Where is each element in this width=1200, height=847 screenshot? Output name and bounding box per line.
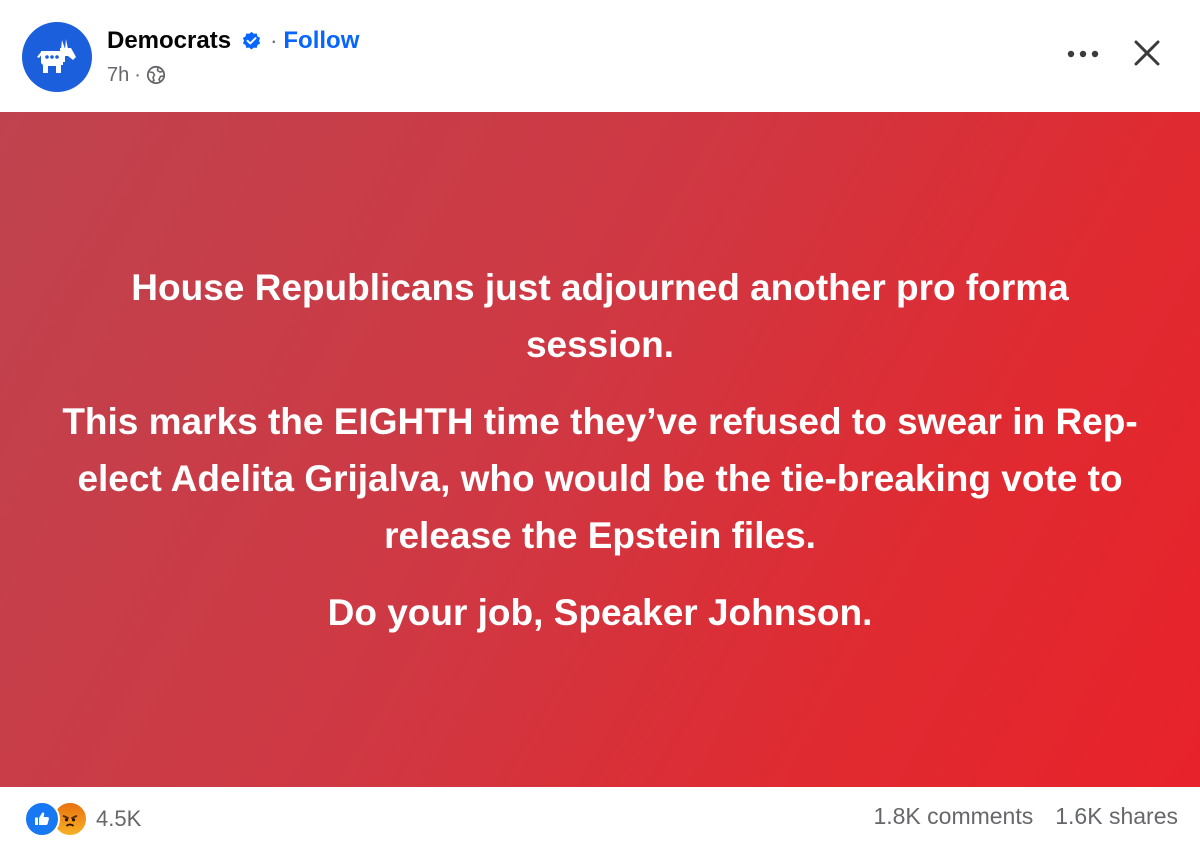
post-header: Democrats · Follow 7h · xyxy=(0,0,1200,112)
author-name[interactable]: Democrats xyxy=(107,27,231,55)
post-paragraph-3: Do your job, Speaker Johnson. xyxy=(327,591,873,633)
follow-button[interactable]: Follow xyxy=(283,27,359,55)
shares-count[interactable]: 1.6K shares xyxy=(1055,803,1178,830)
reactions-summary[interactable]: 4.5K xyxy=(24,801,141,837)
author-line: Democrats · Follow xyxy=(107,26,359,56)
page-avatar[interactable] xyxy=(22,22,92,92)
more-horizontal-icon xyxy=(1067,50,1099,58)
more-options-button[interactable] xyxy=(1058,34,1108,74)
separator-dot: · xyxy=(134,63,141,86)
post-timestamp[interactable]: 7h xyxy=(107,64,129,87)
facebook-post: Democrats · Follow 7h · House Republican… xyxy=(0,0,1200,847)
post-footer: 4.5K 1.8K comments 1.6K shares xyxy=(0,787,1200,847)
post-meta: 7h · xyxy=(107,62,166,88)
verified-badge-icon xyxy=(241,31,262,52)
engagement-counts: 1.8K comments 1.6K shares xyxy=(873,803,1178,830)
donkey-logo-icon xyxy=(37,39,76,73)
separator-dot: · xyxy=(270,28,278,53)
close-icon xyxy=(1134,40,1160,66)
like-icon xyxy=(24,801,60,837)
reaction-count: 4.5K xyxy=(96,806,142,831)
globe-icon[interactable] xyxy=(146,65,166,85)
post-paragraph-1: House Republicans just adjourned another… xyxy=(131,266,1069,365)
post-paragraph-2: This marks the EIGHTH time they’ve refus… xyxy=(62,400,1138,556)
post-text-background: House Republicans just adjourned another… xyxy=(0,112,1200,787)
comments-count[interactable]: 1.8K comments xyxy=(873,803,1033,830)
close-button[interactable] xyxy=(1124,30,1170,76)
